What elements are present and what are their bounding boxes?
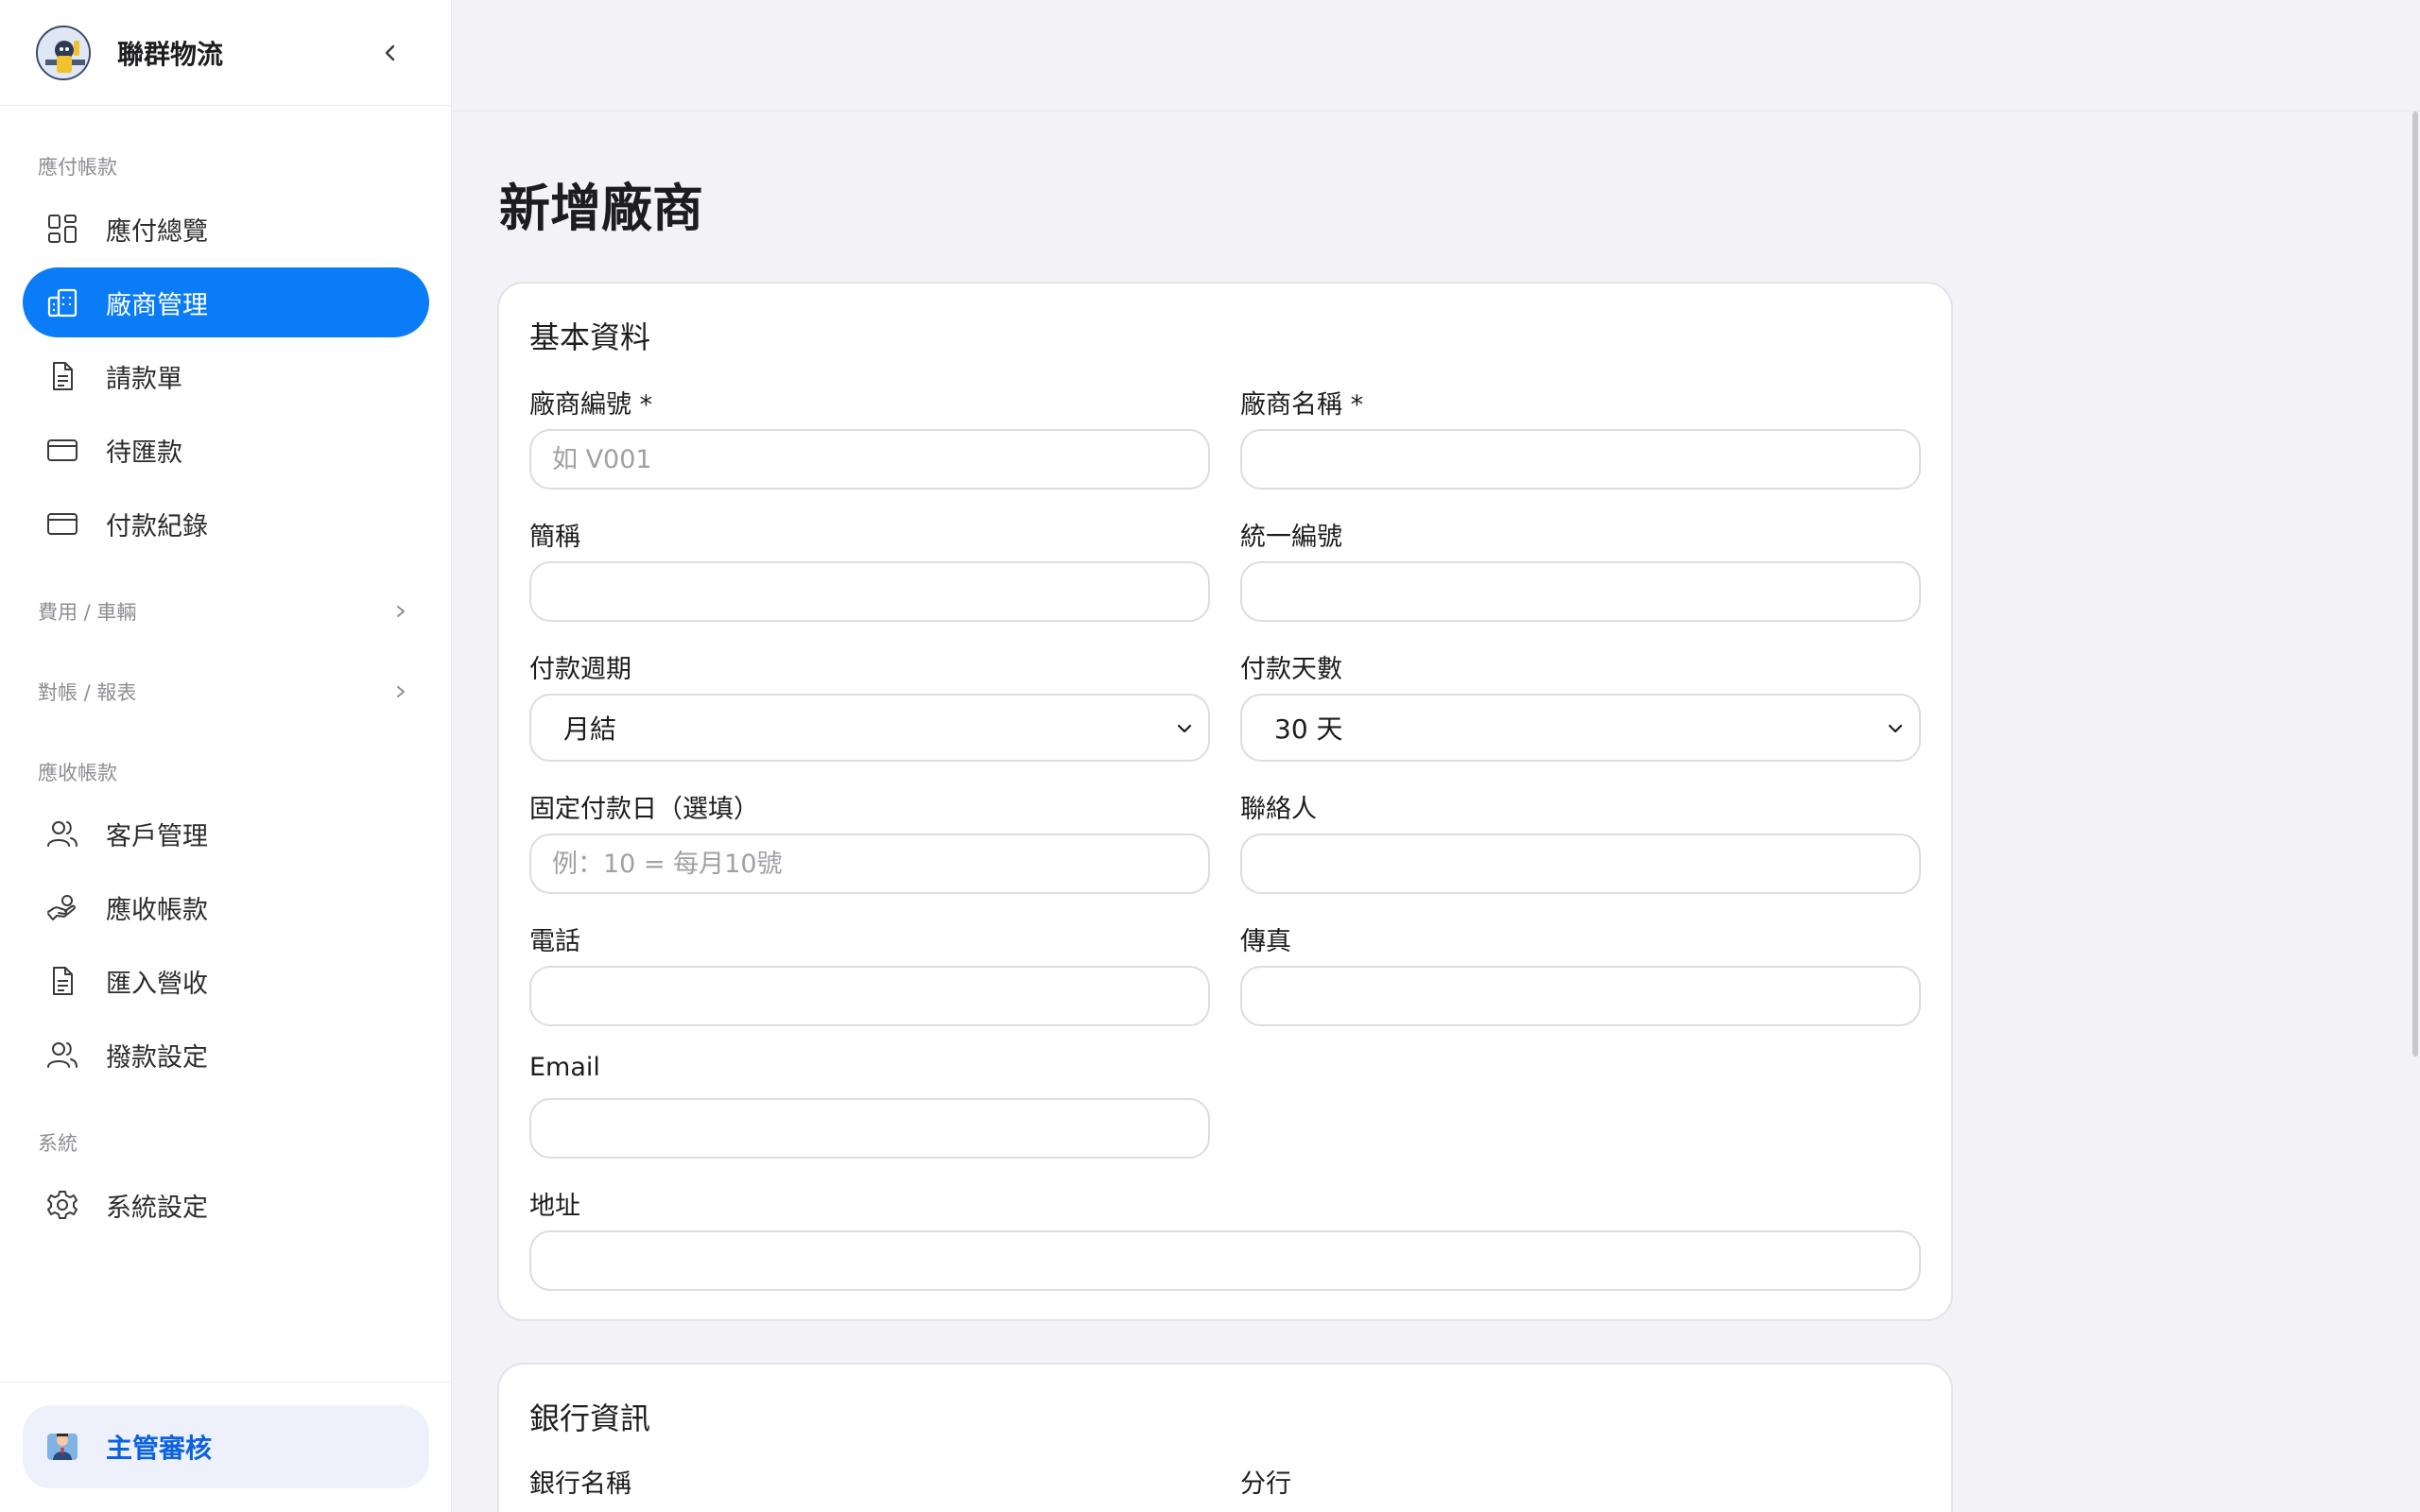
vendor-code-input[interactable]	[529, 429, 1210, 490]
sidebar-item-label: 待匯款	[106, 438, 182, 468]
short-name-input[interactable]	[529, 561, 1210, 622]
gear-icon	[45, 1188, 79, 1222]
vendor-name-label: 廠商名稱 *	[1240, 390, 1364, 420]
sidebar-item-import-revenue[interactable]: 匯入營收	[23, 946, 429, 1016]
manager-icon	[45, 1428, 79, 1466]
basic-info-card: 基本資料 廠商編號 * 廠商名稱 * 簡稱 統一編號 付款週期 月結 付款天數 …	[497, 282, 1953, 1321]
bank-name-label: 銀行名稱	[529, 1469, 631, 1499]
fax-input[interactable]	[1240, 966, 1921, 1026]
document-icon	[45, 964, 79, 998]
vendor-code-label: 廠商編號 *	[529, 390, 653, 420]
phone-label: 電話	[529, 927, 580, 956]
sidebar-item-label: 廠商管理	[106, 290, 208, 320]
bank-info-title: 銀行資訊	[529, 1400, 651, 1436]
phone-input[interactable]	[529, 966, 1210, 1026]
page-title: 新增廠商	[499, 179, 703, 238]
sidebar-item-label: 撥款設定	[106, 1042, 208, 1073]
sidebar-item-label: 應付總覽	[106, 216, 208, 247]
top-bar	[452, 0, 2420, 112]
sidebar-item-customer-management[interactable]: 客戶管理	[23, 799, 429, 868]
main-content: 新增廠商 基本資料 廠商編號 * 廠商名稱 * 簡稱 統一編號 付款週期 月結 …	[452, 0, 2420, 1512]
app-root: 聯群物流 應付帳款 應付總覽 廠商管理 請款單 待匯款 付款紀錄 費用 / 車輛…	[0, 0, 2420, 1512]
address-label: 地址	[529, 1192, 580, 1221]
contact-person-input[interactable]	[1240, 833, 1921, 894]
sidebar-item-payment-request[interactable]: 請款單	[23, 341, 429, 411]
sidebar: 聯群物流 應付帳款 應付總覽 廠商管理 請款單 待匯款 付款紀錄 費用 / 車輛…	[0, 0, 452, 1512]
sidebar-item-label: 請款單	[106, 364, 182, 394]
short-name-label: 簡稱	[529, 523, 580, 552]
section-receivable: 應收帳款	[0, 753, 452, 791]
hand-coins-icon	[45, 890, 79, 924]
grid-icon	[45, 212, 79, 246]
sidebar-item-pending-remittance[interactable]: 待匯款	[23, 415, 429, 485]
vendor-name-input[interactable]	[1240, 429, 1921, 490]
payment-cycle-select[interactable]: 月結	[529, 694, 1210, 762]
users-icon	[45, 1038, 79, 1072]
brand-name: 聯群物流	[117, 38, 224, 70]
sidebar-item-label: 客戶管理	[106, 821, 208, 851]
contact-person-label: 聯絡人	[1240, 795, 1317, 824]
bank-info-card: 銀行資訊 銀行名稱 分行	[497, 1363, 1953, 1512]
branch-label: 分行	[1240, 1469, 1291, 1499]
sidebar-footer: 主管審核	[0, 1382, 452, 1512]
payment-days-value: 30 天	[1274, 713, 1343, 745]
section-payable-label: 應付帳款	[38, 156, 117, 179]
tax-id-label: 統一編號	[1240, 523, 1342, 552]
manager-approval-label: 主管審核	[106, 1433, 213, 1464]
manager-approval-button[interactable]: 主管審核	[23, 1405, 429, 1488]
email-input[interactable]	[529, 1098, 1210, 1159]
fixed-payment-day-input[interactable]	[529, 833, 1210, 894]
sidebar-item-payable-overview[interactable]: 應付總覽	[23, 194, 429, 264]
sidebar-item-system-settings[interactable]: 系統設定	[23, 1170, 429, 1240]
collapse-sidebar-button[interactable]	[373, 36, 407, 70]
email-label: Email	[529, 1053, 600, 1082]
scrollbar[interactable]	[2411, 112, 2420, 1057]
payment-days-label: 付款天數	[1240, 655, 1342, 684]
sidebar-header: 聯群物流	[0, 0, 451, 106]
section-payable: 應付帳款	[0, 147, 452, 185]
sidebar-item-receivable[interactable]: 應收帳款	[23, 872, 429, 942]
scrollbar-thumb[interactable]	[2412, 112, 2418, 1057]
sidebar-item-label: 付款紀錄	[106, 511, 208, 541]
users-icon	[45, 816, 79, 850]
payment-cycle-value: 月結	[563, 713, 617, 745]
section-expense-vehicle[interactable]: 費用 / 車輛	[0, 593, 452, 630]
basic-info-title: 基本資料	[529, 319, 651, 355]
chevron-down-icon	[1177, 724, 1192, 733]
section-reconcile-label: 對帳 / 報表	[38, 681, 137, 704]
sidebar-item-payment-record[interactable]: 付款紀錄	[23, 489, 429, 558]
section-system-label: 系統	[38, 1132, 78, 1155]
section-receivable-label: 應收帳款	[38, 762, 117, 784]
tax-id-input[interactable]	[1240, 561, 1921, 622]
address-input[interactable]	[529, 1230, 1921, 1291]
chevron-left-icon	[385, 44, 395, 61]
sidebar-item-label: 匯入營收	[106, 969, 208, 999]
brand-logo-icon	[36, 25, 91, 80]
credit-card-icon	[45, 433, 79, 467]
fax-label: 傳真	[1240, 927, 1291, 956]
document-icon	[45, 359, 79, 393]
chevron-down-icon	[1888, 724, 1903, 733]
sidebar-item-label: 系統設定	[106, 1193, 208, 1223]
payment-days-select[interactable]: 30 天	[1240, 694, 1921, 762]
sidebar-item-allocation-settings[interactable]: 撥款設定	[23, 1020, 429, 1090]
sidebar-item-vendor-management[interactable]: 廠商管理	[23, 267, 429, 337]
sidebar-item-label: 應收帳款	[106, 895, 208, 925]
building-icon	[45, 285, 79, 319]
chevron-right-icon	[397, 686, 405, 697]
section-expense-label: 費用 / 車輛	[38, 601, 137, 624]
section-system: 系統	[0, 1124, 452, 1161]
fixed-payment-day-label: 固定付款日（選填）	[529, 795, 759, 824]
section-reconcile-report[interactable]: 對帳 / 報表	[0, 673, 452, 711]
payment-cycle-label: 付款週期	[529, 655, 631, 684]
chevron-right-icon	[397, 606, 405, 617]
credit-card-icon	[45, 507, 79, 541]
